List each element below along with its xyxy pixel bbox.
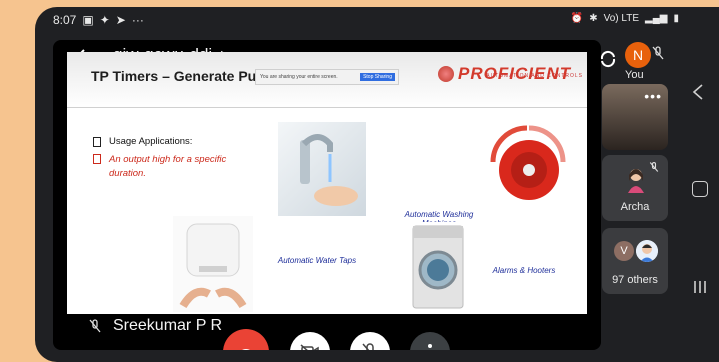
mic-toggle-button[interactable] <box>350 332 390 350</box>
caption-alarms: Alarms & Hooters <box>492 266 556 275</box>
shared-slide: TP Timers – Generate Pulse You are shari… <box>67 52 587 314</box>
more-horiz-icon[interactable]: ••• <box>644 88 662 104</box>
screen-sharing-bar: You are sharing your entire screen. Stop… <box>255 69 399 85</box>
participant-name: Archa <box>620 201 650 213</box>
camera-off-icon <box>300 344 319 350</box>
camera-toggle-button[interactable] <box>290 332 330 350</box>
avatar <box>636 240 658 262</box>
send-icon: ➤ <box>115 13 126 27</box>
bullet-icon <box>93 154 101 164</box>
self-tile[interactable]: N You <box>600 40 671 81</box>
self-label: You <box>625 69 644 81</box>
nav-home-icon[interactable] <box>692 181 708 197</box>
speaker-name: Sreekumar P R <box>113 317 223 334</box>
washing-machine-image <box>397 222 479 312</box>
brand-subtitle: AUTOMATION AND CONTROLS <box>486 73 583 79</box>
participant-tile-archa[interactable]: Archa <box>602 155 668 221</box>
participant-count: 97 others <box>612 274 658 286</box>
phone-screen: 8:07 ▣ ✦ ➤ ··· ⏰ ✱ Vo) LTE ▂▄▆ ▮ qiw-qcw… <box>35 7 719 362</box>
bullet-output: An output high for a specific duration. <box>109 154 227 179</box>
slide-divider <box>67 107 587 108</box>
alarm-icon: ⏰ <box>570 13 584 24</box>
battery-icon: ▮ <box>673 13 679 24</box>
avatar: N <box>625 42 651 68</box>
more-vert-icon <box>428 344 432 348</box>
presentation-stage[interactable]: qiw-qcwu-ddi ▶ TP Timers – Generate Puls… <box>53 40 601 350</box>
mic-off-icon <box>89 319 101 333</box>
end-call-button[interactable] <box>223 329 269 350</box>
network-label: Vo) LTE <box>603 13 640 24</box>
participant-panel: N You ••• Archa V 97 others <box>600 40 681 350</box>
nav-recents-icon[interactable] <box>693 280 707 294</box>
bluetooth-icon: ✱ <box>589 13 598 24</box>
participant-tile-others[interactable]: V 97 others <box>602 228 668 294</box>
bullet-usage: Usage Applications: <box>109 136 193 147</box>
alarm-bell-image <box>483 122 573 218</box>
system-nav-bar <box>681 7 719 362</box>
participant-video-tile[interactable]: ••• <box>602 84 668 150</box>
more-icon: ··· <box>131 13 144 27</box>
bullet-list: Usage Applications: An output high for a… <box>93 136 243 187</box>
image-icon: ▣ <box>82 13 94 27</box>
nav-back-icon[interactable] <box>691 83 705 101</box>
signal-icon: ▂▄▆ <box>645 13 668 24</box>
mic-off-icon <box>649 161 659 172</box>
water-tap-image <box>278 122 366 216</box>
avatar <box>628 169 644 193</box>
phone-hangup-icon <box>242 349 250 350</box>
brand-mark-icon <box>438 66 455 82</box>
bullet-icon <box>93 137 101 147</box>
hand-dryer-image <box>173 216 253 312</box>
stop-sharing-button[interactable]: Stop Sharing <box>360 73 395 81</box>
sharing-notice: You are sharing your entire screen. <box>260 74 338 80</box>
avatar: V <box>614 241 634 261</box>
mic-off-icon <box>652 46 664 60</box>
caption-water-taps: Automatic Water Taps <box>277 256 357 265</box>
slide-title: TP Timers – Generate Pulse <box>91 68 276 84</box>
more-options-button[interactable] <box>410 332 450 350</box>
mic-off-icon <box>362 343 374 350</box>
status-time: 8:07 <box>53 13 77 27</box>
accessibility-icon: ✦ <box>99 13 110 27</box>
status-bar: 8:07 ▣ ✦ ➤ ··· ⏰ ✱ Vo) LTE ▂▄▆ ▮ <box>35 7 719 33</box>
slide-header: TP Timers – Generate Pulse You are shari… <box>67 52 587 108</box>
switch-camera-icon[interactable] <box>597 48 619 70</box>
